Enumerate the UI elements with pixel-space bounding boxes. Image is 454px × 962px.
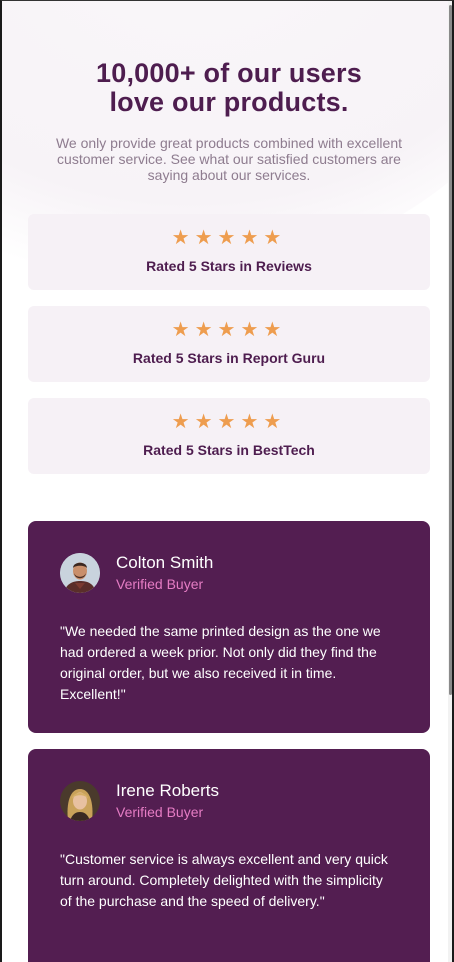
star-icon: ★ <box>194 319 218 341</box>
page-frame: 10,000+ of our users love our products. … <box>0 0 454 962</box>
star-rating: ★★★★★ <box>28 228 430 248</box>
testimonial-header: Colton Smith Verified Buyer <box>60 553 398 597</box>
avatar-colton-smith <box>60 553 100 593</box>
rating-label: Rated 5 Stars in Reviews <box>146 258 312 274</box>
social-proof-section: 10,000+ of our users love our products. … <box>28 1 430 962</box>
testimonial-quote: "We needed the same printed design as th… <box>60 623 381 702</box>
avatar-irene-roberts <box>60 781 100 821</box>
rating-report-guru: ★★★★★ Rated 5 Stars in Report Guru <box>28 306 430 382</box>
page-subtitle: We only provide great products combined … <box>55 135 403 183</box>
title-line-1: 10,000+ of our users <box>96 58 362 88</box>
rating-label: Rated 5 Stars in Report Guru <box>132 350 326 366</box>
star-icon: ★ <box>171 227 195 249</box>
reviewer-name: Colton Smith <box>116 553 214 572</box>
star-icon: ★ <box>194 227 218 249</box>
scrollbar-thumb[interactable] <box>449 5 452 695</box>
avatar <box>60 553 100 593</box>
rating-reviews: ★★★★★ Rated 5 Stars in Reviews <box>28 214 430 290</box>
verified-buyer-badge: Verified Buyer <box>116 576 204 592</box>
testimonial-header: Irene Roberts Verified Buyer <box>60 781 398 825</box>
testimonial-card-irene: Irene Roberts Verified Buyer "Customer s… <box>28 749 430 962</box>
page-title: 10,000+ of our users love our products. <box>28 59 430 117</box>
testimonial-quote: "Customer service is always excellent an… <box>60 851 388 909</box>
star-rating: ★★★★★ <box>28 412 430 432</box>
star-icon: ★ <box>217 411 241 433</box>
star-icon: ★ <box>217 227 241 249</box>
rating-label: Rated 5 Stars in BestTech <box>143 442 315 458</box>
star-rating: ★★★★★ <box>28 320 430 340</box>
testimonial-card-colton: Colton Smith Verified Buyer "We needed t… <box>28 521 430 733</box>
star-icon: ★ <box>240 411 264 433</box>
star-icon: ★ <box>171 411 195 433</box>
star-icon: ★ <box>171 319 195 341</box>
star-icon: ★ <box>240 227 264 249</box>
avatar <box>60 781 100 821</box>
title-line-2: love our products. <box>109 87 349 117</box>
star-icon: ★ <box>217 319 241 341</box>
star-icon: ★ <box>263 319 287 341</box>
star-icon: ★ <box>240 319 264 341</box>
star-icon: ★ <box>263 411 287 433</box>
rating-besttech: ★★★★★ Rated 5 Stars in BestTech <box>28 398 430 474</box>
reviewer-name: Irene Roberts <box>116 781 219 800</box>
star-icon: ★ <box>194 411 218 433</box>
scrollbar-track[interactable] <box>448 1 452 962</box>
verified-buyer-badge: Verified Buyer <box>116 804 204 820</box>
star-icon: ★ <box>263 227 287 249</box>
